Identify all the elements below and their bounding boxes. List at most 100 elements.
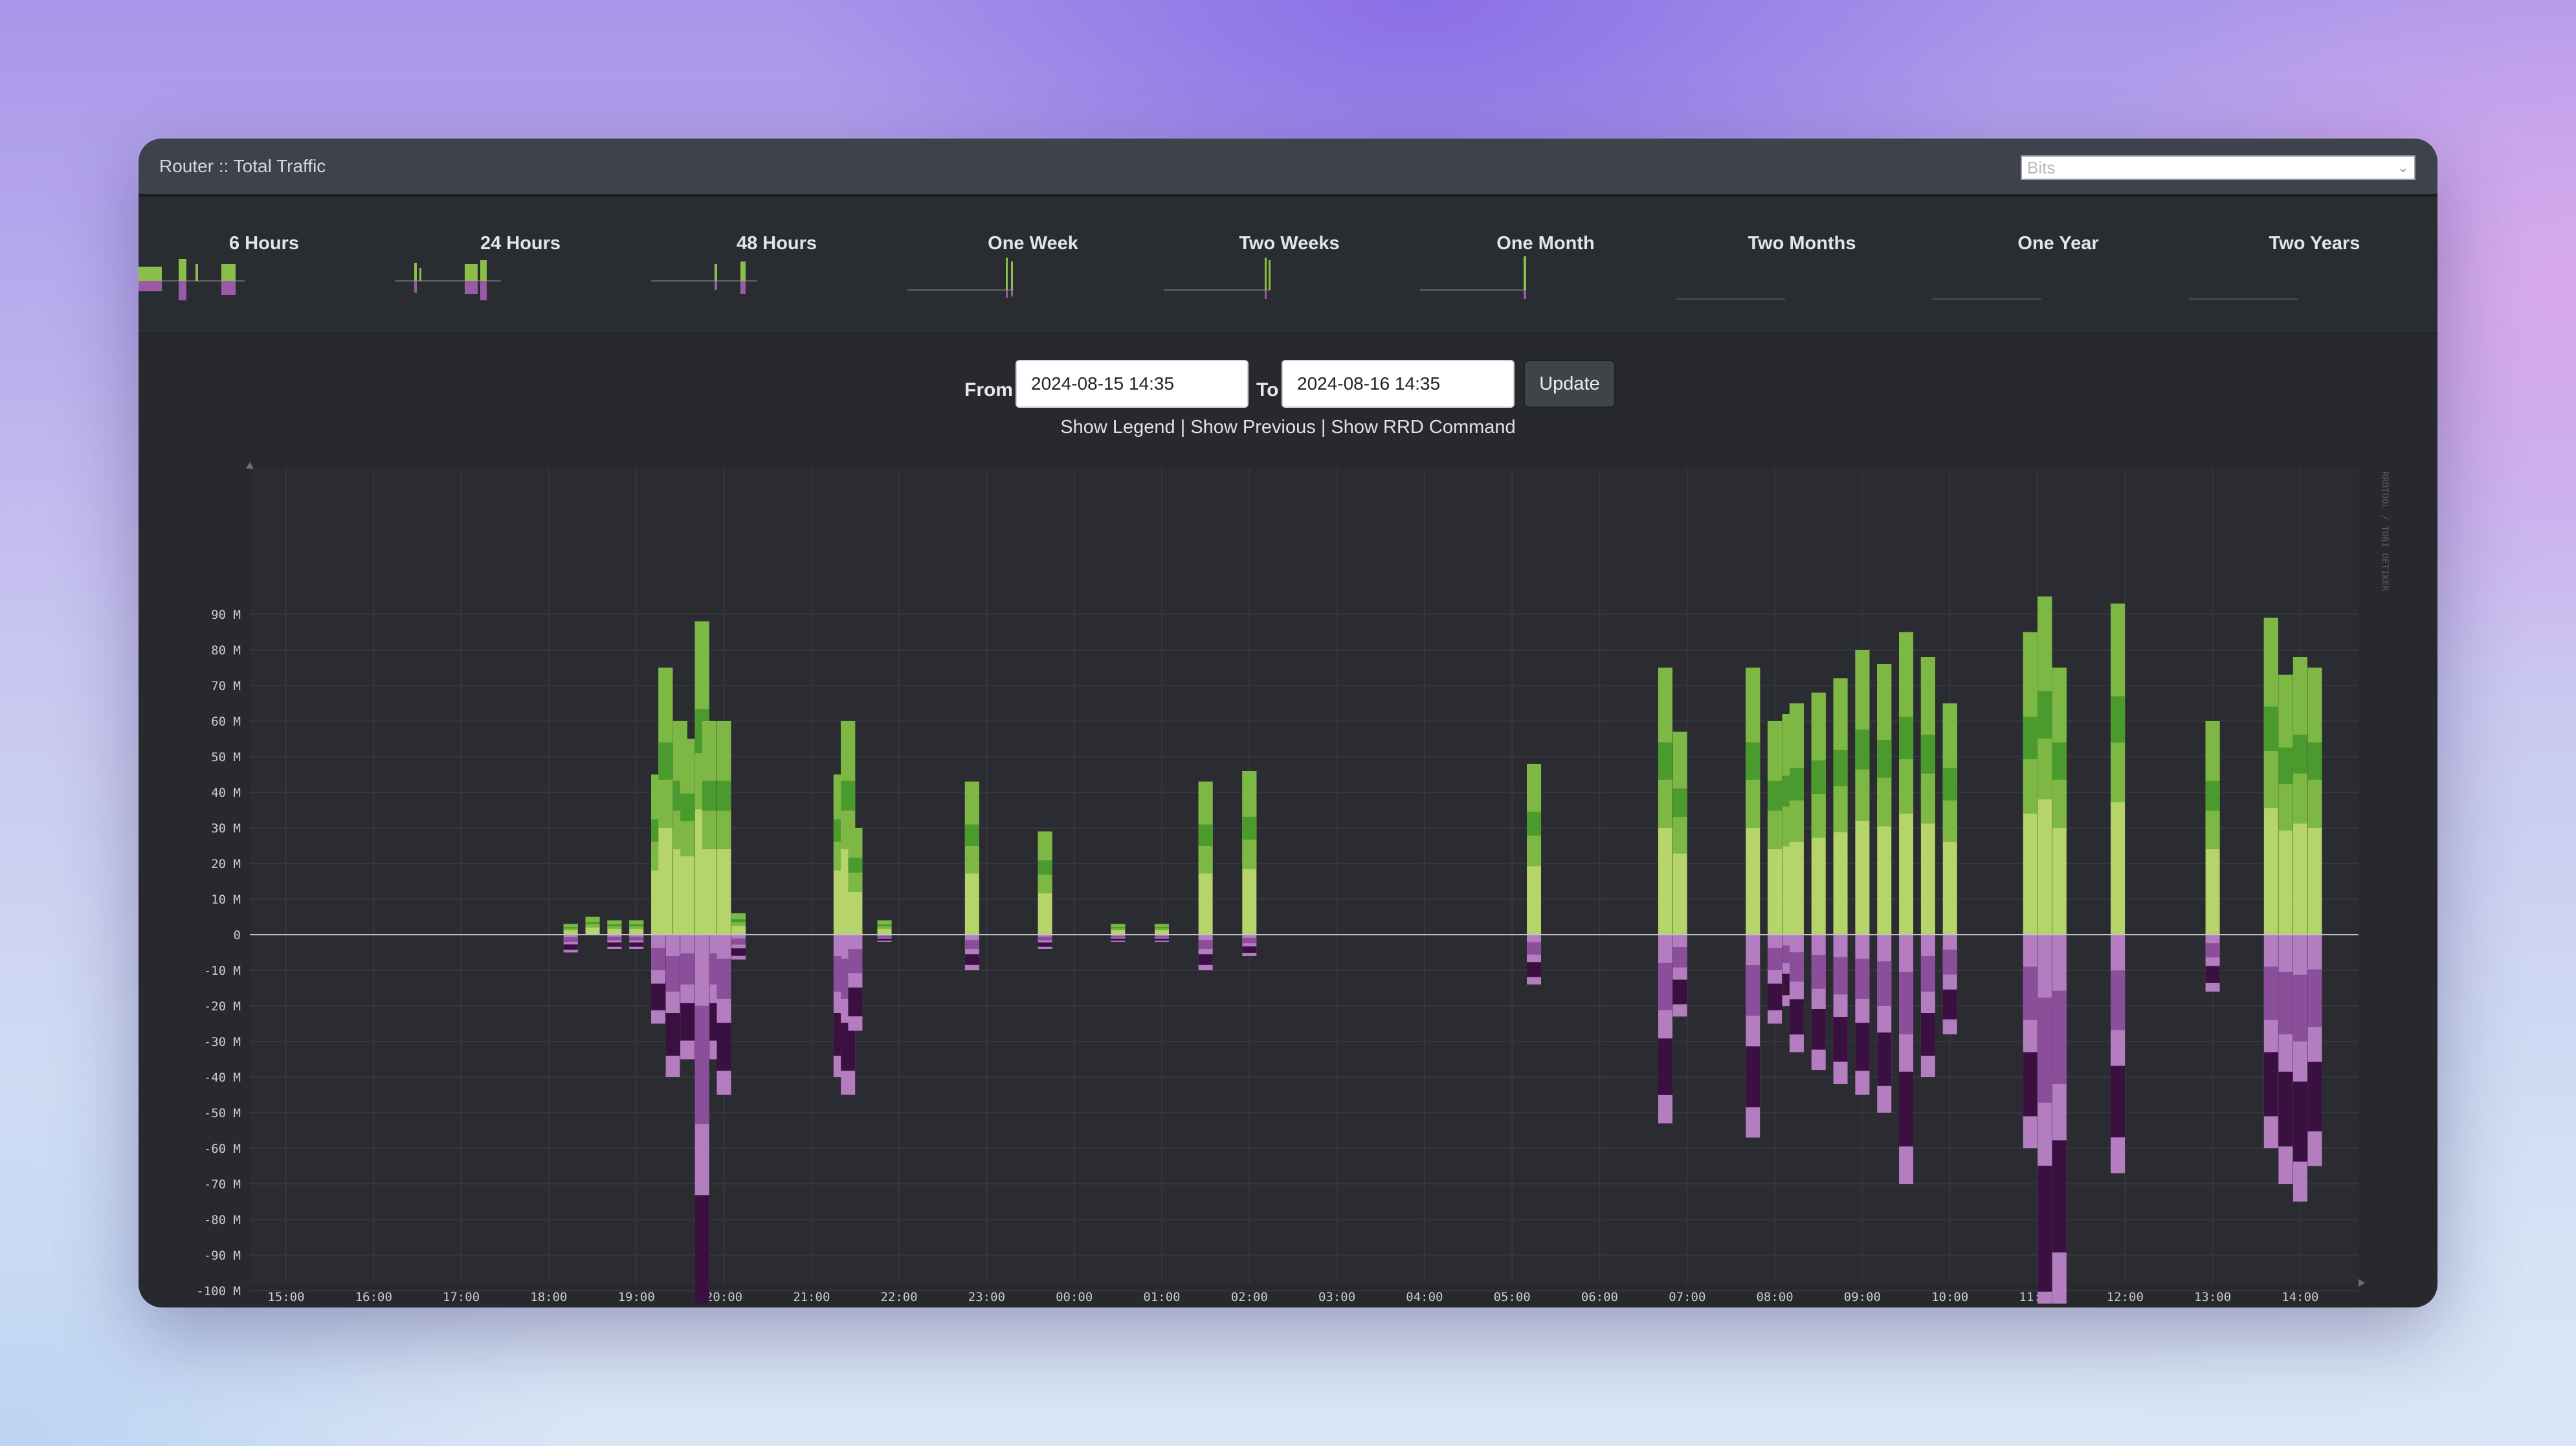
in-traffic-bar-layer bbox=[877, 924, 892, 927]
period-two-months[interactable]: Two Months bbox=[1674, 197, 1930, 333]
period-one-week[interactable]: One Week bbox=[905, 197, 1161, 333]
y-tick-label: 90 M bbox=[211, 608, 241, 622]
period-thumbnail bbox=[139, 259, 245, 300]
in-traffic-bar-layer bbox=[1920, 735, 1935, 774]
x-axis-arrow-icon bbox=[2359, 1279, 2365, 1287]
to-label: To bbox=[1256, 379, 1279, 401]
in-traffic-bar-layer bbox=[563, 927, 578, 929]
y-tick-label: -100 M bbox=[196, 1284, 241, 1298]
out-traffic-bar-layer bbox=[629, 937, 644, 940]
period-one-month[interactable]: One Month bbox=[1417, 197, 1674, 333]
out-traffic-bar-layer bbox=[2278, 972, 2293, 1034]
units-select[interactable]: Bits ⌄ bbox=[2021, 155, 2415, 180]
out-traffic-bar-layer bbox=[2023, 1052, 2037, 1117]
period-48-hours[interactable]: 48 Hours bbox=[649, 197, 905, 333]
out-traffic-bar-layer bbox=[2111, 1065, 2126, 1138]
out-traffic-bar-layer bbox=[1899, 1071, 1914, 1147]
period-label: One Week bbox=[988, 233, 1078, 254]
show-rrd-command-link[interactable]: Show RRD Command bbox=[1331, 417, 1515, 438]
period-thumbnail bbox=[1164, 258, 1271, 299]
date-range-controls: From To Update bbox=[139, 360, 2437, 412]
period-label: One Year bbox=[2017, 233, 2099, 254]
out-traffic-bar-layer bbox=[2023, 966, 2037, 1020]
in-traffic-bar-layer bbox=[2307, 742, 2322, 780]
x-tick-label: 06:00 bbox=[1581, 1290, 1618, 1304]
from-label: From bbox=[964, 379, 1013, 401]
out-traffic-bar-layer bbox=[964, 954, 979, 965]
x-tick-label: 16:00 bbox=[355, 1290, 392, 1304]
period-label: Two Months bbox=[1748, 233, 1856, 254]
out-traffic-bar-layer bbox=[1899, 972, 1914, 1034]
x-tick-label: 07:00 bbox=[1669, 1290, 1705, 1304]
in-traffic-bar-layer bbox=[702, 781, 716, 811]
in-traffic-bar-layer bbox=[1942, 768, 1957, 801]
in-traffic-bar-layer bbox=[658, 742, 673, 780]
link-separator: | bbox=[1175, 417, 1191, 438]
out-traffic-bar-layer bbox=[1920, 1013, 1935, 1056]
y-tick-label: 80 M bbox=[211, 643, 241, 658]
in-traffic-bar-layer bbox=[848, 858, 863, 873]
out-traffic-bar-layer bbox=[1111, 939, 1126, 941]
in-traffic-bar-layer bbox=[1855, 729, 1870, 770]
traffic-chart: 90 M 80 M 70 M 60 M 50 M 40 M 30 M 20 M 10 M 0 -10… bbox=[196, 462, 2390, 1304]
to-date-input[interactable] bbox=[1282, 360, 1515, 408]
in-traffic-bar-layer bbox=[731, 919, 746, 922]
y-tick-label: -90 M bbox=[204, 1249, 241, 1263]
period-6-hours[interactable]: 6 Hours bbox=[139, 197, 392, 333]
out-traffic-bar-layer bbox=[848, 949, 863, 973]
x-tick-label: 21:00 bbox=[793, 1290, 830, 1304]
chevron-down-icon: ⌄ bbox=[2397, 159, 2409, 175]
in-traffic-bar-layer bbox=[1899, 717, 1914, 759]
out-traffic-bar-layer bbox=[665, 1013, 680, 1056]
link-separator: | bbox=[1315, 417, 1331, 438]
out-traffic-bar-layer bbox=[2205, 943, 2220, 958]
from-date-input[interactable] bbox=[1016, 360, 1249, 408]
out-traffic-bar-layer bbox=[964, 940, 979, 949]
out-traffic-bar-layer bbox=[1833, 957, 1848, 995]
out-traffic-bar-layer bbox=[651, 948, 666, 970]
x-tick-label: 01:00 bbox=[1143, 1290, 1180, 1304]
out-traffic-bar-layer bbox=[2205, 966, 2220, 983]
period-two-weeks[interactable]: Two Weeks bbox=[1161, 197, 1417, 333]
y-tick-label: -70 M bbox=[204, 1177, 241, 1192]
show-previous-link[interactable]: Show Previous bbox=[1190, 417, 1315, 438]
out-traffic-bar-layer bbox=[607, 942, 622, 947]
out-traffic-bar-layer bbox=[1768, 948, 1782, 970]
out-traffic-bar-layer bbox=[651, 983, 666, 1010]
y-tick-label: -20 M bbox=[204, 999, 241, 1014]
y-tick-label: 70 M bbox=[211, 679, 241, 693]
period-selector: 6 Hours 24 Hours 48 Hours One Week Two W… bbox=[139, 197, 2437, 334]
in-traffic-bar-layer bbox=[2263, 706, 2278, 751]
out-traffic-bar-layer bbox=[731, 948, 746, 956]
in-traffic-bar-layer bbox=[1789, 768, 1804, 801]
out-traffic-bar-layer bbox=[2263, 1052, 2278, 1117]
x-tick-label: 13:00 bbox=[2194, 1290, 2231, 1304]
period-two-years[interactable]: Two Years bbox=[2186, 197, 2437, 333]
show-legend-link[interactable]: Show Legend bbox=[1060, 417, 1175, 438]
out-traffic-bar-layer bbox=[1198, 954, 1213, 965]
period-thumbnail bbox=[651, 261, 757, 294]
update-button[interactable]: Update bbox=[1524, 360, 1616, 408]
out-traffic-bar-layer bbox=[1038, 942, 1052, 947]
y-tick-label: 10 M bbox=[211, 893, 241, 907]
out-traffic-bar-layer bbox=[1855, 959, 1870, 999]
out-traffic-bar-layer bbox=[694, 1195, 709, 1304]
out-traffic-bar-layer bbox=[2293, 974, 2307, 1041]
x-tick-label: 04:00 bbox=[1406, 1290, 1443, 1304]
in-traffic-bar-layer bbox=[1877, 740, 1892, 778]
y-tick-label: -80 M bbox=[204, 1213, 241, 1227]
out-traffic-bar-layer bbox=[1658, 1038, 1672, 1095]
period-24-hours[interactable]: 24 Hours bbox=[392, 197, 649, 333]
out-traffic-bar-layer bbox=[2111, 970, 2126, 1030]
in-traffic-bar-layer bbox=[1242, 816, 1257, 840]
x-tick-label: 05:00 bbox=[1494, 1290, 1531, 1304]
period-label: 6 Hours bbox=[229, 233, 299, 254]
period-one-year[interactable]: One Year bbox=[1930, 197, 2186, 333]
in-traffic-bar-layer bbox=[716, 781, 731, 811]
in-traffic-bar-layer bbox=[607, 924, 622, 927]
out-traffic-bar-layer bbox=[2307, 969, 2322, 1027]
in-traffic-bar-layer bbox=[629, 924, 644, 927]
graph-links: Show Legend | Show Previous | Show RRD C… bbox=[139, 417, 2437, 438]
x-tick-label: 02:00 bbox=[1231, 1290, 1268, 1304]
out-traffic-bar-layer bbox=[629, 942, 644, 947]
